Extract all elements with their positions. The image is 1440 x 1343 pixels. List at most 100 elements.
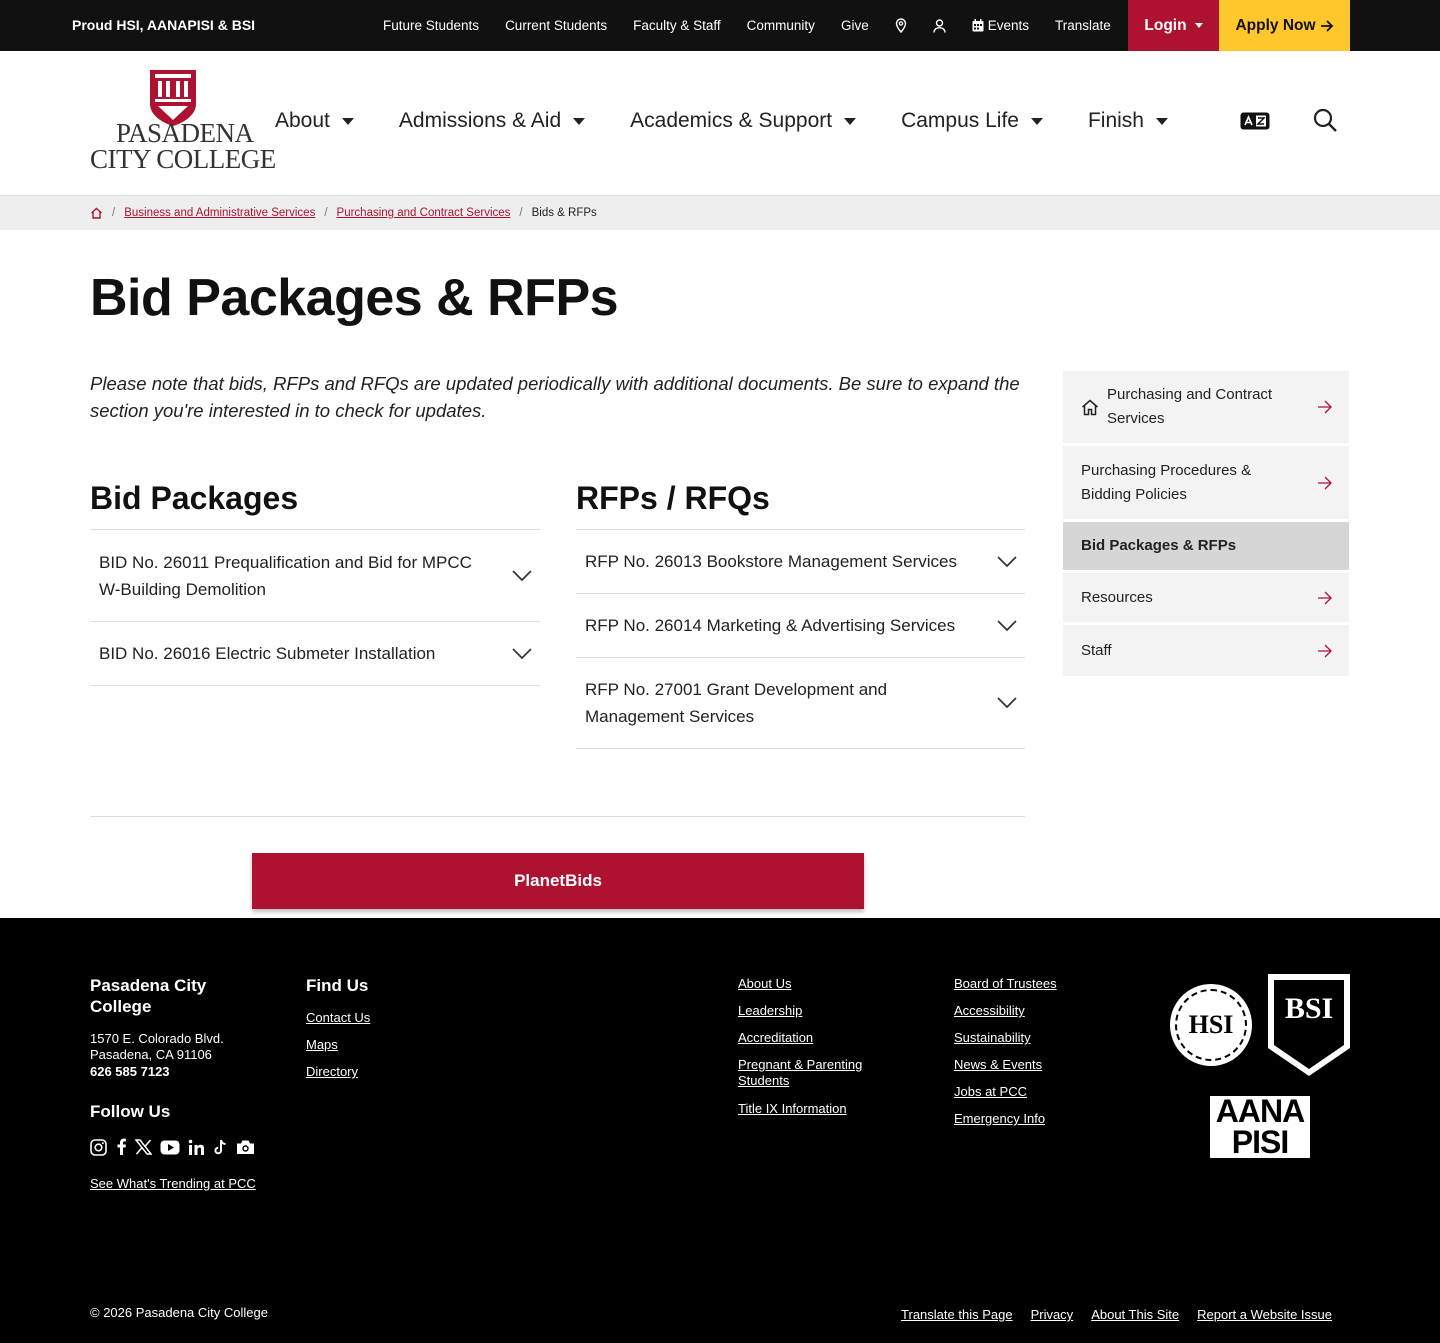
footer-link-about-site[interactable]: About This Site (1091, 1307, 1179, 1322)
caret-down-icon (1194, 23, 1203, 28)
accordion-item[interactable]: BID No. 26011 Prequalification and Bid f… (90, 530, 540, 622)
aanapisi-badge: AANA PISI (1210, 1093, 1310, 1158)
footer-follow-heading: Follow Us (90, 1102, 171, 1121)
breadcrumb-purchasing[interactable]: Purchasing and Contract Services (337, 207, 511, 219)
arrow-right-icon (1318, 400, 1332, 414)
facebook-icon[interactable] (115, 1138, 127, 1156)
footer-link-translate-page[interactable]: Translate this Page (901, 1307, 1013, 1322)
a-to-z-icon[interactable] (1240, 112, 1270, 135)
link-current-students[interactable]: Current Students (505, 18, 607, 33)
footer-link-leadership[interactable]: Leadership (738, 1003, 888, 1019)
footer-link-contact[interactable]: Contact Us (306, 1010, 456, 1026)
events-link[interactable]: Events (972, 18, 1029, 33)
nav-label: Finish (1087, 109, 1144, 132)
main-header: PASADENA CITY COLLEGE About Admissions &… (0, 51, 1440, 195)
arrow-right-icon (1318, 476, 1332, 489)
footer-link-directory[interactable]: Directory (306, 1064, 456, 1080)
search-icon[interactable] (1313, 108, 1338, 138)
chevron-down-icon (997, 697, 1017, 709)
link-community[interactable]: Community (747, 18, 815, 33)
aana-text: AANA (1215, 1093, 1305, 1129)
apply-label: Apply Now (1235, 16, 1316, 34)
footer-bottom-links: Translate this Page Privacy About This S… (901, 1307, 1332, 1322)
footer-findus-heading: Find Us (306, 976, 369, 995)
bid-packages-accordion: BID No. 26011 Prequalification and Bid f… (90, 529, 540, 686)
footer-contact: Pasadena City College 1570 E. Colorado B… (90, 975, 270, 1191)
sidenav-item-bid-packages[interactable]: Bid Packages & RFPs (1063, 522, 1349, 573)
chevron-down-icon (997, 555, 1017, 567)
footer-link-maps[interactable]: Maps (306, 1037, 456, 1053)
footer-links-col3: About Us Leadership Accreditation Pregna… (738, 976, 888, 1117)
arrow-right-icon (1318, 591, 1332, 604)
nav-finish[interactable]: Finish (1088, 109, 1168, 133)
nav-label: Academics & Support (630, 109, 833, 132)
sidenav-item-procedures[interactable]: Purchasing Procedures & Bidding Policies (1063, 446, 1349, 522)
sidenav-label: Staff (1081, 641, 1112, 659)
footer-address2: Pasadena, CA 91106 (90, 1047, 212, 1062)
page-title: Bid Packages & RFPs (90, 269, 619, 327)
footer-link-board[interactable]: Board of Trustees (954, 976, 1104, 992)
nav-about[interactable]: About (275, 109, 354, 133)
accordion-item[interactable]: RFP No. 26014 Marketing & Advertising Se… (576, 594, 1025, 658)
footer-link-about[interactable]: About Us (738, 976, 888, 992)
footer-link-privacy[interactable]: Privacy (1031, 1307, 1074, 1322)
accordion-item[interactable]: BID No. 26016 Electric Submeter Installa… (90, 622, 540, 686)
link-faculty-staff[interactable]: Faculty & Staff (633, 18, 721, 33)
user-icon[interactable] (933, 18, 946, 33)
rfps-heading: RFPs / RFQs (576, 480, 770, 516)
footer-link-accessibility[interactable]: Accessibility (954, 1003, 1104, 1019)
tiktok-icon[interactable] (213, 1139, 228, 1156)
footer-link-title-ix[interactable]: Title IX Information (738, 1101, 888, 1117)
nav-admissions[interactable]: Admissions & Aid (399, 109, 586, 133)
breadcrumb-business-admin[interactable]: Business and Administrative Services (124, 207, 315, 219)
map-pin-icon[interactable] (895, 18, 907, 33)
home-icon (1082, 399, 1098, 415)
caret-down-icon (1030, 117, 1043, 125)
nav-label: Campus Life (901, 109, 1019, 132)
footer-link-report-issue[interactable]: Report a Website Issue (1197, 1307, 1332, 1322)
linkedin-icon[interactable] (188, 1139, 205, 1156)
youtube-icon[interactable] (160, 1140, 180, 1155)
footer-link-accreditation[interactable]: Accreditation (738, 1030, 888, 1046)
calendar-icon (972, 19, 984, 32)
footer-link-news[interactable]: News & Events (954, 1057, 1104, 1073)
events-label: Events (987, 18, 1029, 33)
planetbids-button[interactable]: PlanetBids (252, 853, 864, 909)
footer-phone[interactable]: 626 585 7123 (90, 1063, 270, 1081)
accordion-item-title: RFP No. 26014 Marketing & Advertising Se… (585, 616, 956, 635)
apply-now-button[interactable]: Apply Now (1219, 0, 1350, 51)
nav-academics[interactable]: Academics & Support (630, 109, 857, 133)
x-twitter-icon[interactable] (135, 1139, 152, 1155)
camera-icon[interactable] (236, 1139, 255, 1155)
accordion-item-title: RFP No. 27001 Grant Development and Mana… (585, 680, 888, 726)
primary-nav: About Admissions & Aid Academics & Suppo… (275, 109, 1213, 133)
footer-link-parenting[interactable]: Pregnant & Parenting Students (738, 1057, 878, 1089)
footer-address1: 1570 E. Colorado Blvd. (90, 1031, 224, 1046)
accordion-item-title: RFP No. 26013 Bookstore Management Servi… (585, 552, 957, 571)
accordion-item[interactable]: RFP No. 26013 Bookstore Management Servi… (576, 530, 1025, 594)
chevron-down-icon (997, 619, 1017, 631)
trending-link[interactable]: See What's Trending at PCC (90, 1176, 270, 1191)
login-button[interactable]: Login (1128, 0, 1219, 51)
sidenav-label: Bid Packages & RFPs (1081, 537, 1237, 554)
sidenav-item-staff[interactable]: Staff (1063, 625, 1349, 676)
link-future-students[interactable]: Future Students (383, 18, 479, 33)
sidenav-item-resources[interactable]: Resources (1063, 573, 1349, 625)
logo-line2: CITY COLLEGE (90, 144, 276, 174)
nav-campus-life[interactable]: Campus Life (901, 109, 1043, 133)
home-icon[interactable] (90, 207, 103, 219)
accordion-item[interactable]: RFP No. 27001 Grant Development and Mana… (576, 658, 1025, 749)
chevron-down-icon (512, 647, 532, 659)
pcc-logo[interactable]: PASADENA CITY COLLEGE (88, 68, 276, 180)
sidenav-item-purchasing[interactable]: Purchasing and Contract Services (1063, 371, 1349, 446)
instagram-icon[interactable] (90, 1138, 107, 1156)
footer-link-emergency[interactable]: Emergency Info (954, 1111, 1104, 1127)
link-give[interactable]: Give (841, 18, 869, 33)
breadcrumb-current: Bids & RFPs (531, 207, 597, 219)
sidenav-label: Resources (1081, 588, 1153, 606)
footer-college-name: Pasadena City College (90, 976, 207, 1016)
link-translate[interactable]: Translate (1055, 18, 1111, 33)
footer-link-jobs[interactable]: Jobs at PCC (954, 1084, 1104, 1100)
footer-link-sustainability[interactable]: Sustainability (954, 1030, 1104, 1046)
arrow-right-icon (1320, 19, 1333, 32)
